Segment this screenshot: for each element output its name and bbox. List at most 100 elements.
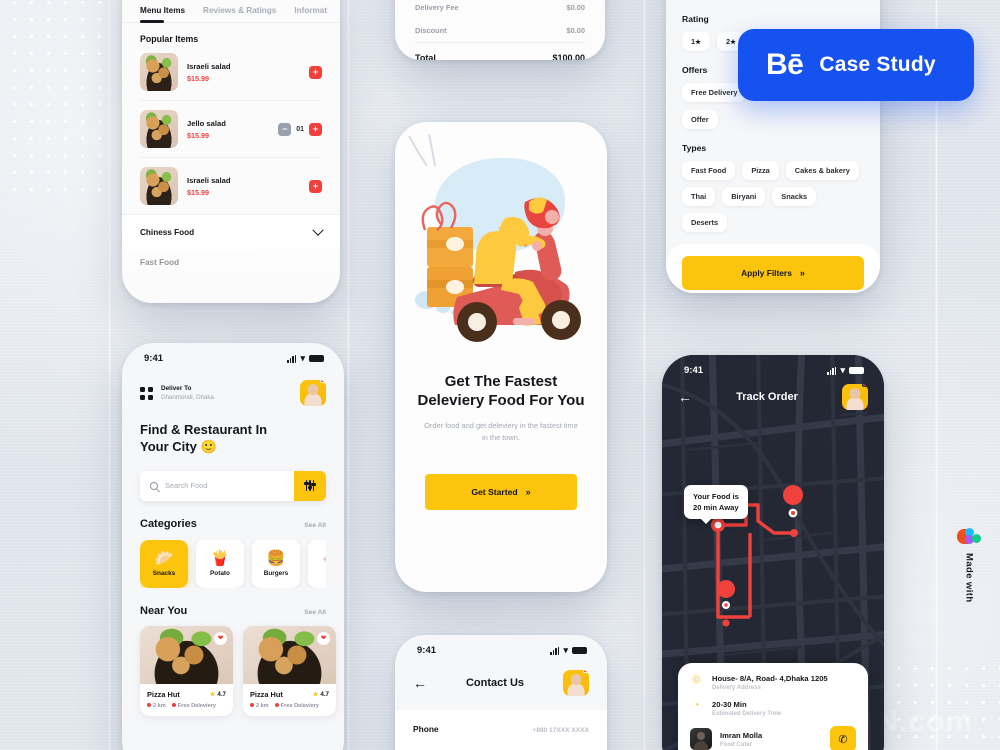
phone-field-row[interactable]: Phone +880 17XXX XXXX bbox=[413, 724, 589, 734]
category-burgers[interactable]: 🍔 Burgers bbox=[252, 539, 300, 588]
summary-value: $0.00 bbox=[566, 3, 586, 12]
phone-field-value: +880 17XXX XXXX bbox=[532, 727, 589, 734]
behance-case-study-badge[interactable]: Bē Case Study bbox=[738, 29, 974, 101]
type-chip-snacks[interactable]: Snacks bbox=[772, 187, 817, 206]
tab-information[interactable]: Informat bbox=[294, 6, 327, 22]
deliver-to-label: Deliver To bbox=[161, 385, 192, 392]
categories-see-all[interactable]: See All bbox=[304, 522, 326, 529]
type-chip-cakes-bakery[interactable]: Cakes & bakery bbox=[785, 161, 859, 180]
presentation-canvas: OPEN.com Menu Items Reviews & Ratings In… bbox=[0, 0, 1000, 750]
categories-header: Categories See All bbox=[140, 518, 326, 530]
favorite-heart-icon[interactable]: ❤ bbox=[214, 631, 227, 645]
restaurant-card[interactable]: ❤ Pizza Hut ★ 4.7 2 km Free Deleviery bbox=[140, 625, 233, 716]
status-time: 9:41 bbox=[684, 365, 704, 376]
contact-form: Phone +880 17XXX XXXX bbox=[395, 710, 607, 750]
popular-items-title: Popular Items bbox=[140, 34, 199, 44]
delivery-time-value: 20-30 Min bbox=[712, 700, 747, 709]
tab-menu-items[interactable]: Menu Items bbox=[140, 6, 185, 23]
apply-filters-label: Apply Filters bbox=[741, 268, 792, 278]
made-with-label: Made with bbox=[963, 553, 975, 603]
apply-filters-button[interactable]: Apply Filters » bbox=[682, 256, 864, 290]
rating-value: 4.7 bbox=[217, 690, 226, 698]
restaurant-delivery: Free Deleviery bbox=[274, 702, 319, 709]
map-pin-origin bbox=[717, 580, 736, 612]
add-item-button[interactable]: + bbox=[309, 179, 322, 193]
restaurant-image: ❤ bbox=[140, 625, 233, 684]
notification-badge bbox=[583, 670, 589, 673]
filter-button[interactable] bbox=[294, 470, 326, 501]
search-input[interactable]: Search Food bbox=[140, 470, 294, 501]
favorite-heart-icon[interactable]: ❤ bbox=[317, 631, 330, 645]
menu-item-price: $15.99 bbox=[187, 73, 209, 83]
back-arrow-icon[interactable]: ← bbox=[413, 676, 427, 690]
near-you-see-all[interactable]: See All bbox=[304, 609, 326, 616]
contact-us-screen: 9:41 ▾ ← Contact Us Phone +880 17XXX XXX… bbox=[395, 635, 607, 750]
category-label: Burgers bbox=[263, 569, 289, 577]
wifi-icon: ▾ bbox=[840, 365, 845, 375]
type-chip-deserts[interactable]: Deserts bbox=[682, 213, 728, 232]
background-band-right bbox=[643, 0, 646, 750]
restaurant-image: ❤ bbox=[243, 625, 336, 684]
courier-role: Food Cuter bbox=[720, 741, 752, 748]
chevron-down-icon bbox=[312, 224, 324, 236]
snacks-icon: 🥟 bbox=[154, 549, 174, 567]
rating-chip-1[interactable]: 1★ bbox=[682, 32, 711, 51]
category-collapse-next[interactable]: Fast Food bbox=[122, 249, 340, 271]
type-chip-fast-food[interactable]: Fast Food bbox=[682, 161, 736, 180]
dot-pattern-top-left bbox=[6, 0, 110, 194]
call-courier-button[interactable]: ✆ bbox=[830, 726, 856, 750]
deliver-address[interactable]: Dhanmondi, Dhaka bbox=[161, 394, 214, 401]
menu-item-row[interactable]: Israeli salad $15.99 + bbox=[140, 44, 322, 101]
add-item-button[interactable]: + bbox=[309, 122, 322, 136]
type-chip-pizza[interactable]: Pizza bbox=[742, 161, 779, 180]
total-label: Total bbox=[415, 53, 436, 60]
category-snacks[interactable]: 🥟 Snacks bbox=[140, 539, 188, 588]
summary-row-delivery-fee: Delivery Fee $0.00 bbox=[415, 0, 585, 19]
category-potato[interactable]: 🍟 Potato bbox=[196, 539, 244, 588]
category-more[interactable]: 🍜 R bbox=[308, 539, 326, 588]
tab-reviews-ratings[interactable]: Reviews & Ratings bbox=[203, 6, 276, 22]
get-started-button[interactable]: Get Started » bbox=[425, 474, 577, 511]
delivery-time-row: ◔ 20-30 Min Estimated Delivery Time bbox=[690, 700, 856, 726]
star-icon: ★ bbox=[209, 690, 216, 698]
phone-icon: ✆ bbox=[838, 733, 848, 746]
add-item-button[interactable]: + bbox=[309, 65, 322, 79]
delivery-address-label: Delivery Address bbox=[712, 685, 761, 691]
menu-item-name: Israeli salad bbox=[187, 175, 231, 185]
onboarding-subtitle: Order food and get deleviery in the fast… bbox=[424, 421, 578, 443]
near-you-title: Near You bbox=[140, 604, 188, 617]
rating-value: 4.7 bbox=[320, 690, 329, 698]
restaurant-card[interactable]: ❤ Pizza Hut ★ 4.7 2 km Free Deleviery bbox=[243, 625, 336, 716]
search-placeholder: Search Food bbox=[165, 481, 208, 491]
notification-badge bbox=[320, 380, 326, 383]
menu-item-price: $15.99 bbox=[187, 187, 209, 197]
rating-section-title: Rating bbox=[682, 14, 709, 24]
avatar[interactable] bbox=[300, 380, 326, 406]
type-chip-thai[interactable]: Thai bbox=[682, 187, 716, 206]
food-image bbox=[140, 167, 178, 205]
offer-chip-offer[interactable]: Offer bbox=[682, 110, 718, 129]
onboarding-title-line2: Deleviery Food For You bbox=[417, 392, 585, 410]
status-bar: 9:41 ▾ bbox=[122, 343, 344, 366]
food-image bbox=[140, 53, 178, 91]
menu-item-row[interactable]: Israeli salad $15.99 + bbox=[140, 158, 322, 214]
fries-icon: 🍟 bbox=[210, 549, 230, 567]
signal-icon bbox=[550, 646, 560, 655]
avatar[interactable] bbox=[841, 384, 868, 410]
offer-chip-free-delivery[interactable]: Free Delivery bbox=[682, 83, 747, 102]
restaurant-delivery: Free Deleviery bbox=[171, 702, 216, 709]
menu-tabs: Menu Items Reviews & Ratings Informat bbox=[122, 0, 340, 23]
smiley-emoji: 🙂 bbox=[200, 438, 217, 454]
status-bar: 9:41 ▾ bbox=[395, 635, 607, 658]
contact-navbar: ← Contact Us bbox=[395, 658, 607, 696]
onboarding-title-line1: Get The Fastest bbox=[444, 373, 558, 390]
avatar[interactable] bbox=[563, 670, 589, 696]
grid-menu-icon[interactable] bbox=[140, 386, 153, 400]
category-collapse-chiness-food[interactable]: Chiness Food bbox=[122, 214, 340, 249]
decrease-qty-button[interactable]: − bbox=[278, 122, 292, 136]
menu-item-row[interactable]: Jello salad $15.99 − 01 + bbox=[140, 101, 322, 158]
location-pin-icon bbox=[250, 702, 254, 707]
back-arrow-icon[interactable]: ← bbox=[678, 390, 692, 404]
eta-tooltip: Your Food is 20 min Away bbox=[684, 485, 748, 524]
type-chip-biryani[interactable]: Biryani bbox=[722, 187, 766, 206]
